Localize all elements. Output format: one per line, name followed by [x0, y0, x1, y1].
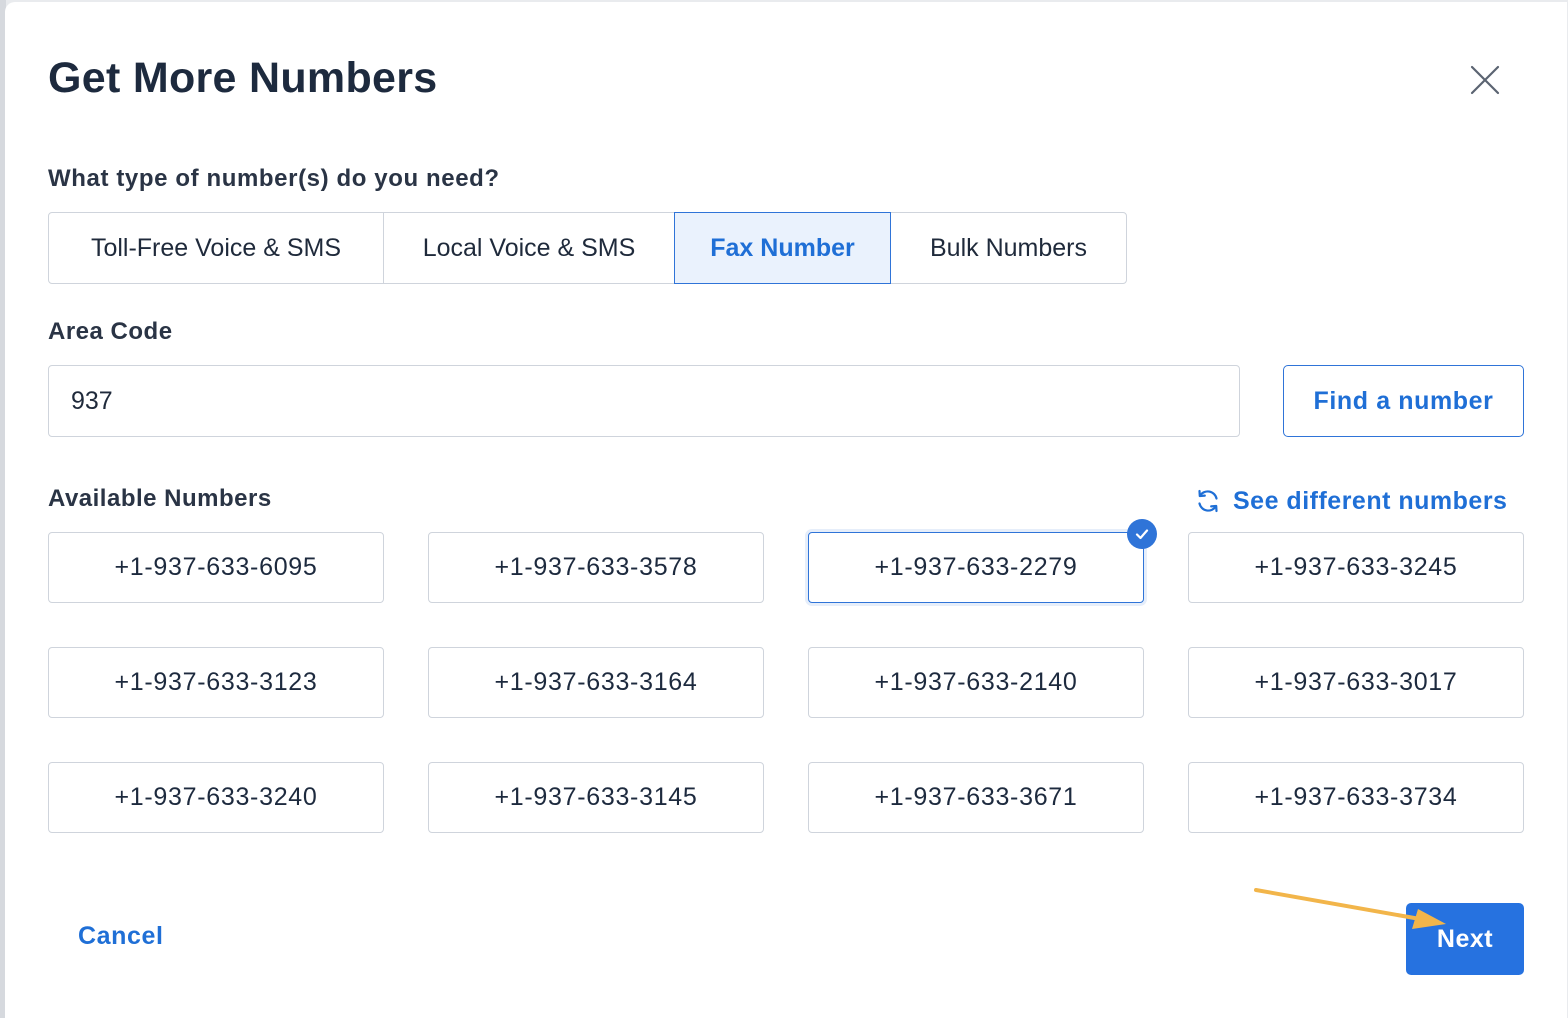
- number-option-selected[interactable]: +1-937-633-2279: [808, 519, 1157, 603]
- refresh-icon: [1198, 489, 1218, 513]
- number-option[interactable]: +1-937-633-3578: [428, 532, 764, 603]
- number-option[interactable]: +1-937-633-3240: [48, 762, 384, 833]
- number-option[interactable]: +1-937-633-3017: [1188, 647, 1524, 718]
- number-type-selector: Toll-Free Voice & SMS Local Voice & SMS …: [48, 212, 1127, 284]
- cancel-button[interactable]: Cancel: [78, 922, 164, 951]
- close-button[interactable]: [1465, 60, 1505, 100]
- type-option-toll-free[interactable]: Toll-Free Voice & SMS: [48, 212, 384, 284]
- type-option-bulk[interactable]: Bulk Numbers: [890, 212, 1127, 284]
- phone-number: +1-937-633-3240: [114, 783, 318, 811]
- number-option[interactable]: +1-937-633-3164: [428, 647, 764, 718]
- phone-number: +1-937-633-3164: [494, 668, 698, 696]
- dialog-title: Get More Numbers: [48, 54, 438, 102]
- get-more-numbers-dialog: Get More Numbers What type of number(s) …: [5, 2, 1567, 1018]
- phone-number: +1-937-633-3245: [1254, 553, 1458, 581]
- phone-number: +1-937-633-3123: [114, 668, 318, 696]
- phone-number: +1-937-633-3671: [874, 783, 1078, 811]
- phone-number: +1-937-633-3145: [494, 783, 698, 811]
- see-different-numbers-label: See different numbers: [1233, 486, 1508, 515]
- checkmark-icon: [1127, 519, 1157, 549]
- available-numbers-grid: +1-937-633-6095 +1-937-633-3578 +1-937-6…: [48, 519, 1524, 833]
- number-option[interactable]: +1-937-633-3145: [428, 762, 764, 833]
- phone-number: +1-937-633-2140: [874, 668, 1078, 696]
- number-option[interactable]: +1-937-633-3671: [808, 762, 1144, 833]
- number-option[interactable]: +1-937-633-2140: [808, 647, 1144, 718]
- number-option[interactable]: +1-937-633-3123: [48, 647, 384, 718]
- number-option[interactable]: +1-937-633-3734: [1188, 762, 1524, 833]
- type-option-local[interactable]: Local Voice & SMS: [383, 212, 675, 284]
- area-code-label: Area Code: [48, 318, 173, 345]
- number-option[interactable]: +1-937-633-6095: [48, 532, 384, 603]
- phone-number: +1-937-633-2279: [874, 553, 1078, 581]
- see-different-numbers-link[interactable]: See different numbers: [1195, 484, 1507, 518]
- find-number-button[interactable]: Find a number: [1283, 365, 1524, 437]
- available-numbers-label: Available Numbers: [48, 485, 272, 512]
- type-option-fax[interactable]: Fax Number: [674, 212, 891, 284]
- phone-number: +1-937-633-3578: [494, 553, 698, 581]
- phone-number: +1-937-633-3734: [1254, 783, 1458, 811]
- close-icon: [1470, 65, 1500, 95]
- number-option[interactable]: +1-937-633-3245: [1188, 532, 1524, 603]
- number-type-question: What type of number(s) do you need?: [48, 165, 500, 192]
- next-button[interactable]: Next: [1406, 903, 1524, 975]
- phone-number: +1-937-633-3017: [1254, 668, 1458, 696]
- area-code-input[interactable]: [48, 365, 1240, 437]
- phone-number: +1-937-633-6095: [114, 553, 318, 581]
